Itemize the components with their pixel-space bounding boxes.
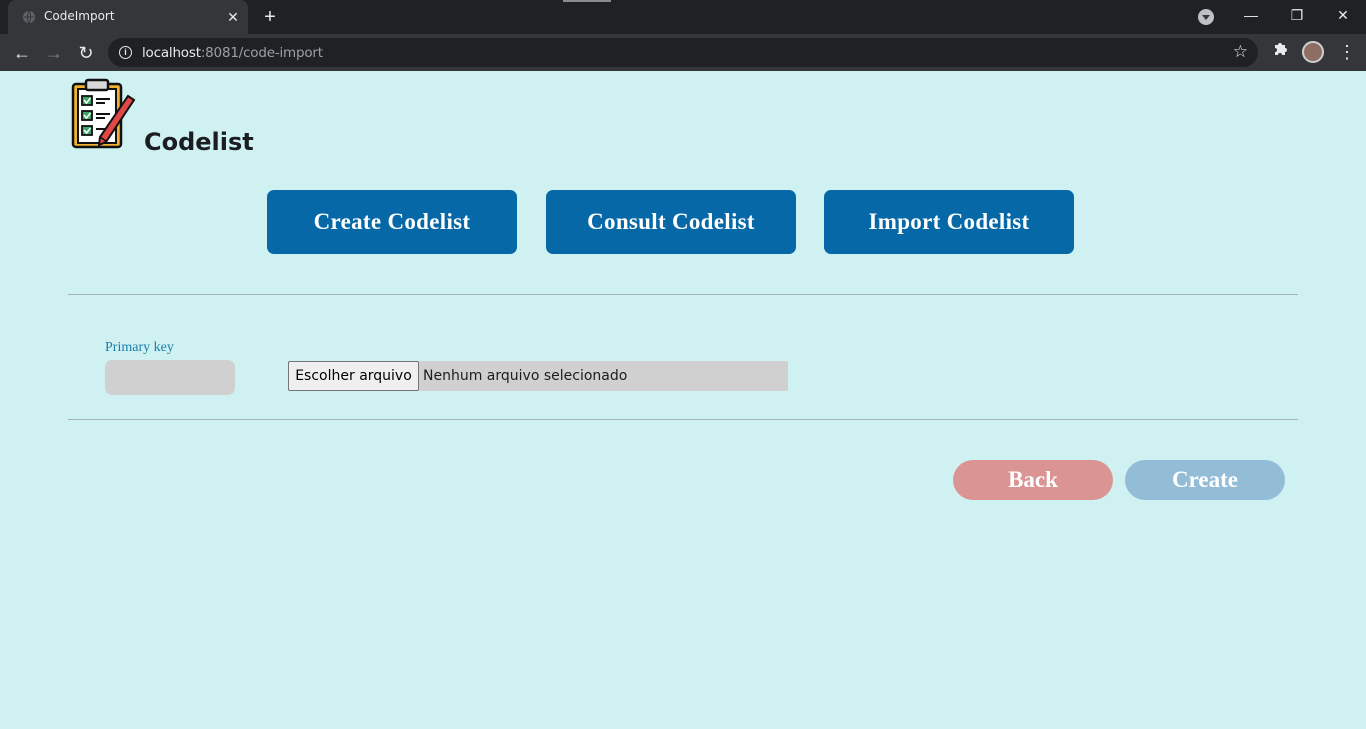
- tab-close-icon[interactable]: ✕: [224, 8, 242, 26]
- extensions-puzzle-icon[interactable]: [1270, 41, 1290, 61]
- consult-codelist-button[interactable]: Consult Codelist: [546, 190, 796, 254]
- url-text: localhost:8081/code-import: [142, 45, 323, 61]
- create-button[interactable]: Create: [1125, 460, 1285, 500]
- info-icon[interactable]: i: [119, 46, 132, 59]
- back-button[interactable]: Back: [953, 460, 1113, 500]
- new-tab-button[interactable]: +: [260, 7, 280, 27]
- divider-bottom: [68, 419, 1298, 420]
- primary-key-input[interactable]: [105, 360, 235, 395]
- tab-title: CodeImport: [44, 9, 115, 23]
- restore-button[interactable]: ❐: [1282, 4, 1312, 26]
- create-codelist-button[interactable]: Create Codelist: [267, 190, 517, 254]
- clipboard-checklist-icon: [71, 78, 136, 149]
- minimize-button[interactable]: —: [1236, 4, 1266, 26]
- url-host: localhost: [142, 45, 201, 61]
- primary-key-label: Primary key: [105, 340, 174, 355]
- file-status-text: Nenhum arquivo selecionado: [423, 368, 628, 384]
- globe-icon: [23, 10, 35, 24]
- bookmark-star-icon[interactable]: ☆: [1233, 42, 1248, 62]
- profile-avatar[interactable]: [1302, 41, 1324, 63]
- divider-top: [68, 294, 1298, 295]
- reload-icon[interactable]: ↻: [74, 41, 98, 65]
- address-bar[interactable]: i localhost:8081/code-import ☆: [108, 38, 1258, 67]
- forward-arrow-icon[interactable]: →: [42, 41, 66, 65]
- tab-search-icon[interactable]: [1198, 9, 1214, 25]
- tab-strip-indicator: [563, 0, 611, 2]
- choose-file-button[interactable]: Escolher arquivo: [288, 361, 419, 391]
- browser-menu-icon[interactable]: ⋮: [1338, 41, 1356, 63]
- import-codelist-button[interactable]: Import Codelist: [824, 190, 1074, 254]
- close-window-button[interactable]: ✕: [1328, 4, 1358, 26]
- file-input[interactable]: Escolher arquivo Nenhum arquivo selecion…: [288, 361, 788, 391]
- brand-title: Codelist: [144, 128, 254, 156]
- browser-tab-bar: CodeImport ✕ + — ❐ ✕: [0, 0, 1366, 34]
- browser-toolbar: ← → ↻ i localhost:8081/code-import ☆: [0, 34, 1366, 71]
- url-path: :8081/code-import: [200, 45, 323, 61]
- browser-tab[interactable]: CodeImport ✕: [8, 0, 248, 34]
- back-arrow-icon[interactable]: ←: [10, 41, 34, 65]
